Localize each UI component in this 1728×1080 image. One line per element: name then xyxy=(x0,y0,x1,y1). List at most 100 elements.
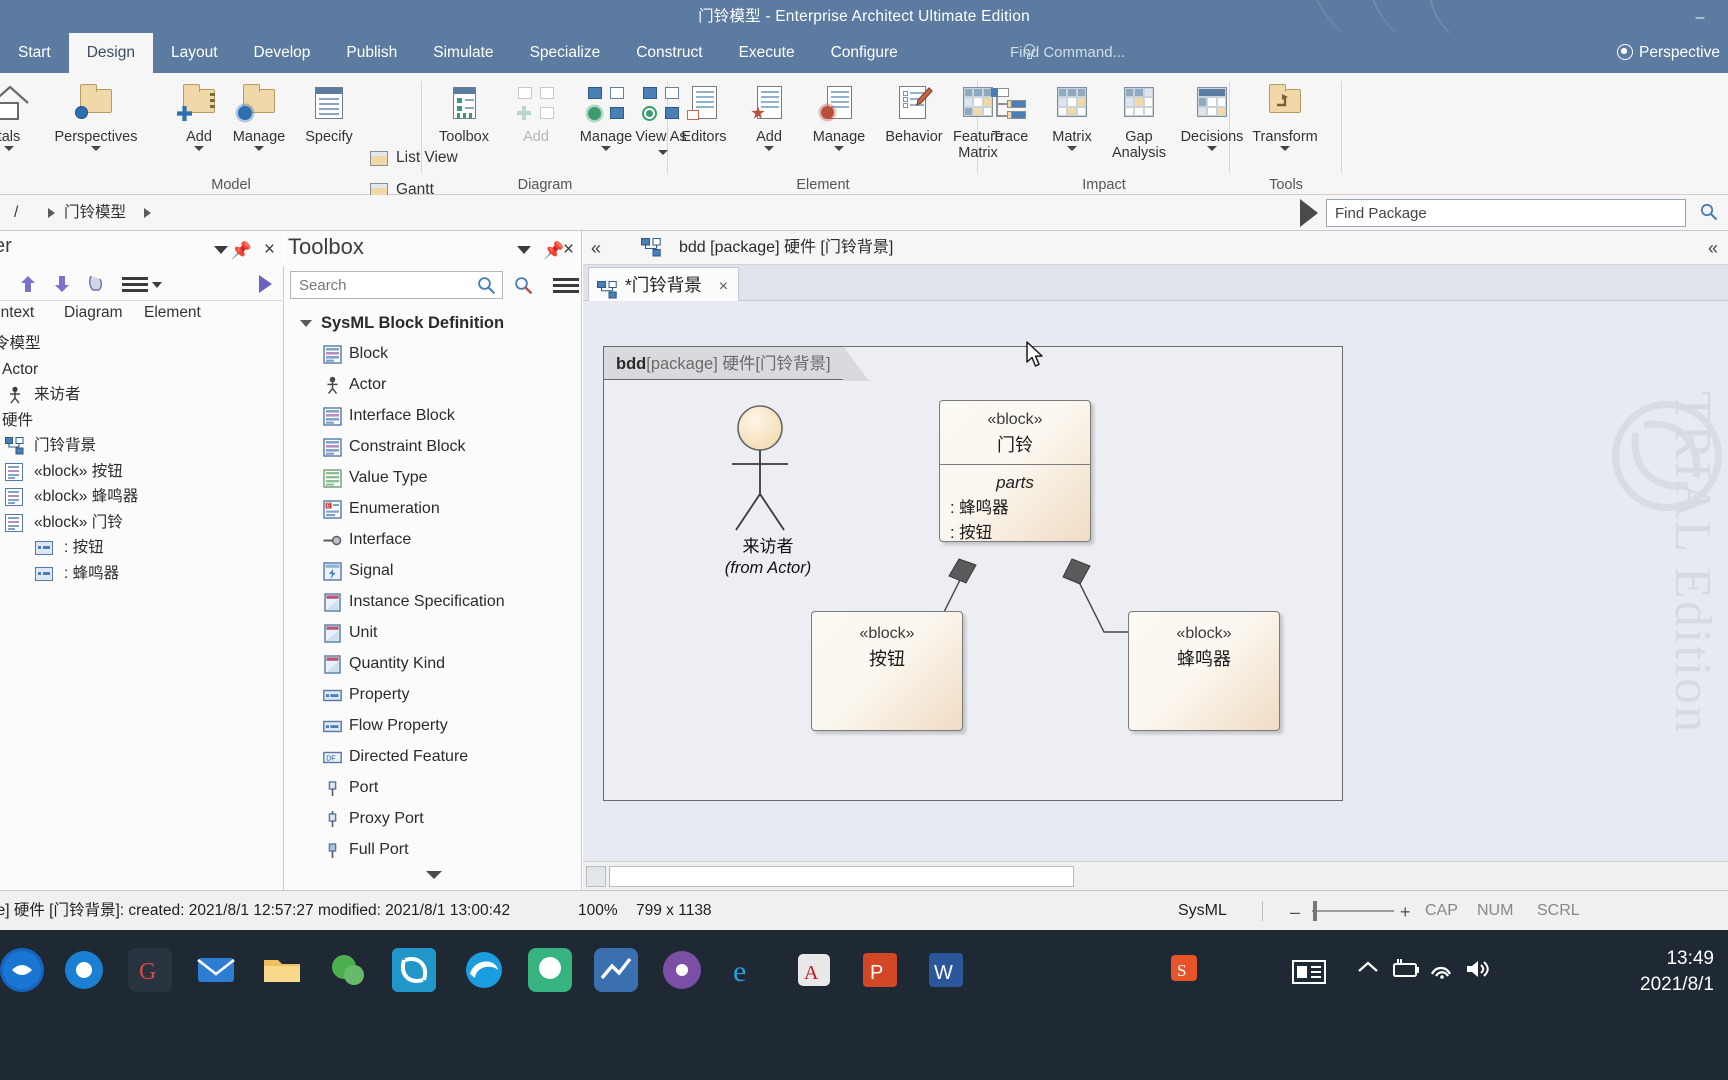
tree-row-doorbell-diagram[interactable]: 门铃背景 xyxy=(0,433,284,459)
taskbar-app-chart[interactable] xyxy=(594,948,638,992)
tree-row-property-buzzer[interactable]: : 蜂鸣器 xyxy=(0,561,284,587)
toolbox-button[interactable]: Toolbox xyxy=(426,81,502,145)
tree-row-actor-package[interactable]: Actor xyxy=(0,357,284,383)
taskbar-app-g[interactable]: G xyxy=(128,948,172,992)
taskbar-app-powerpoint[interactable]: P xyxy=(858,948,902,992)
toolbox-section-header[interactable]: SysML Block Definition xyxy=(285,308,582,338)
tray-news-icon[interactable] xyxy=(1292,958,1326,991)
toolbox-item-instance-specification[interactable]: Instance Specification xyxy=(285,586,582,617)
move-down-icon[interactable] xyxy=(54,275,70,293)
block-node-doorbell[interactable]: «block» 门铃 parts : 蜂鸣器 : 按钮 xyxy=(939,400,1091,542)
tray-expand-icon[interactable] xyxy=(1355,958,1381,983)
toolbox-search-input[interactable]: Search xyxy=(290,271,503,299)
chevron-down-icon[interactable] xyxy=(517,246,531,254)
chevron-down-icon[interactable] xyxy=(214,246,228,254)
toolbox-scroll-down-button[interactable] xyxy=(285,866,582,884)
breadcrumb-item-model[interactable]: 门铃模型 xyxy=(64,195,126,231)
tree-row-block-buzzer[interactable]: «block» 蜂鸣器 xyxy=(0,484,284,510)
perspectives-button[interactable]: Perspectives xyxy=(44,81,148,151)
zoom-in-button[interactable]: + xyxy=(1400,902,1411,923)
browser-next-icon[interactable] xyxy=(259,275,272,293)
perspective-button[interactable]: Perspective xyxy=(1617,33,1720,73)
tab-specialize[interactable]: Specialize xyxy=(512,33,619,73)
trace-button[interactable]: Trace xyxy=(980,81,1040,145)
toolbox-item-block[interactable]: Block xyxy=(285,338,582,369)
tab-construct[interactable]: Construct xyxy=(618,33,720,73)
taskbar-app-start[interactable] xyxy=(0,948,44,992)
element-manage-button[interactable]: Manage xyxy=(798,81,880,151)
toolbox-item-signal[interactable]: Signal xyxy=(285,555,582,586)
diagram-horizontal-scrollbar[interactable] xyxy=(583,861,1728,890)
tree-row-block-doorbell[interactable]: «block» 门铃 xyxy=(0,510,284,536)
tab-layout[interactable]: Layout xyxy=(153,33,236,73)
zoom-out-button[interactable]: – xyxy=(1290,902,1300,923)
toolbox-item-proxy-port[interactable]: Proxy Port xyxy=(285,803,582,834)
pointer-icon[interactable] xyxy=(86,274,108,294)
pin-icon[interactable]: 📌 xyxy=(543,241,564,261)
element-add-button[interactable]: Add xyxy=(740,81,798,151)
tree-row-root[interactable]: 令模型 xyxy=(0,331,284,357)
toolbox-item-interface-block[interactable]: Interface Block xyxy=(285,400,582,431)
taskbar-app-qq[interactable] xyxy=(528,948,572,992)
taskbar-app-word[interactable]: W xyxy=(924,948,968,992)
search-icon[interactable] xyxy=(477,276,496,295)
tree-row-visitor-actor[interactable]: 来访者 xyxy=(0,382,284,408)
browser-tab-context[interactable]: ontext xyxy=(0,304,34,322)
zoom-slider-track[interactable] xyxy=(1312,910,1394,912)
taskbar-app-ea[interactable] xyxy=(392,948,436,992)
find-package-input[interactable]: Find Package xyxy=(1326,199,1686,227)
diagram-tab[interactable]: *门铃背景 × xyxy=(588,267,740,301)
tab-simulate[interactable]: Simulate xyxy=(415,33,511,73)
chevron-down-icon[interactable] xyxy=(152,282,162,288)
toolbox-item-directed-feature[interactable]: DF Directed Feature xyxy=(285,741,582,772)
tab-design[interactable]: Design xyxy=(68,33,153,73)
taskbar-app-explorer[interactable] xyxy=(260,948,304,992)
taskbar-app-mail[interactable] xyxy=(194,948,238,992)
scroll-thumb[interactable] xyxy=(609,866,1074,887)
diagram-canvas[interactable]: TRIAL Edition bdd[package] 硬件[门铃背景] 来访者 … xyxy=(583,301,1728,861)
toolbox-item-quantity-kind[interactable]: Quantity Kind xyxy=(285,648,582,679)
toolbox-item-property[interactable]: Property xyxy=(285,679,582,710)
block-node-button[interactable]: «block» 按钮 xyxy=(811,611,963,731)
taskbar-app-wechat[interactable] xyxy=(326,948,370,992)
taskbar-app-acrobat[interactable]: A xyxy=(792,948,836,992)
matrix-button[interactable]: Matrix xyxy=(1036,81,1108,151)
find-command-input[interactable]: Find Command... xyxy=(1010,33,1125,73)
breadcrumb-root[interactable]: / xyxy=(14,195,18,231)
taskbar-app-browser[interactable] xyxy=(62,948,106,992)
toolbox-item-actor[interactable]: Actor xyxy=(285,369,582,400)
collapse-right-icon[interactable]: « xyxy=(1708,238,1718,259)
minimize-button[interactable]: – xyxy=(1686,6,1714,26)
transform-button[interactable]: Transform xyxy=(1232,81,1338,151)
zoom-slider-thumb[interactable] xyxy=(1313,901,1317,921)
toolbox-item-flow-property[interactable]: Flow Property xyxy=(285,710,582,741)
toolbox-item-port[interactable]: Port xyxy=(285,772,582,803)
tray-wifi-icon[interactable] xyxy=(1428,958,1456,985)
taskbar-app-media[interactable] xyxy=(660,948,704,992)
fundamentals-button[interactable]: tals xyxy=(0,81,40,151)
close-icon[interactable]: × xyxy=(719,278,728,295)
advanced-search-icon[interactable] xyxy=(514,276,533,295)
toolbox-item-enumeration[interactable]: E Enumeration xyxy=(285,493,582,524)
menu-icon[interactable] xyxy=(122,277,148,293)
taskbar-app-edge[interactable] xyxy=(462,948,506,992)
tab-publish[interactable]: Publish xyxy=(328,33,415,73)
block-node-buzzer[interactable]: «block» 蜂鸣器 xyxy=(1128,611,1280,731)
close-icon[interactable]: × xyxy=(563,239,574,261)
tray-sogou-icon[interactable]: S xyxy=(1168,952,1200,984)
toolbox-item-interface[interactable]: Interface xyxy=(285,524,582,555)
tree-row-property-button[interactable]: : 按钮 xyxy=(0,535,284,561)
taskbar-app-ie[interactable]: e xyxy=(726,948,770,992)
toolbox-item-unit[interactable]: Unit xyxy=(285,617,582,648)
move-up-icon[interactable] xyxy=(20,275,36,293)
browser-tab-element[interactable]: Element xyxy=(144,304,201,322)
toolbox-item-constraint-block[interactable]: Constraint Block xyxy=(285,431,582,462)
tree-row-block-button[interactable]: «block» 按钮 xyxy=(0,459,284,485)
pin-icon[interactable]: 📌 xyxy=(231,241,252,261)
scroll-left-button[interactable] xyxy=(586,866,606,887)
actor-shape[interactable] xyxy=(714,402,824,542)
browser-tab-diagram[interactable]: Diagram xyxy=(64,304,123,322)
tray-battery-icon[interactable] xyxy=(1388,958,1422,985)
tree-row-hardware-package[interactable]: 硬件 xyxy=(0,408,284,434)
tray-volume-icon[interactable] xyxy=(1464,958,1492,985)
